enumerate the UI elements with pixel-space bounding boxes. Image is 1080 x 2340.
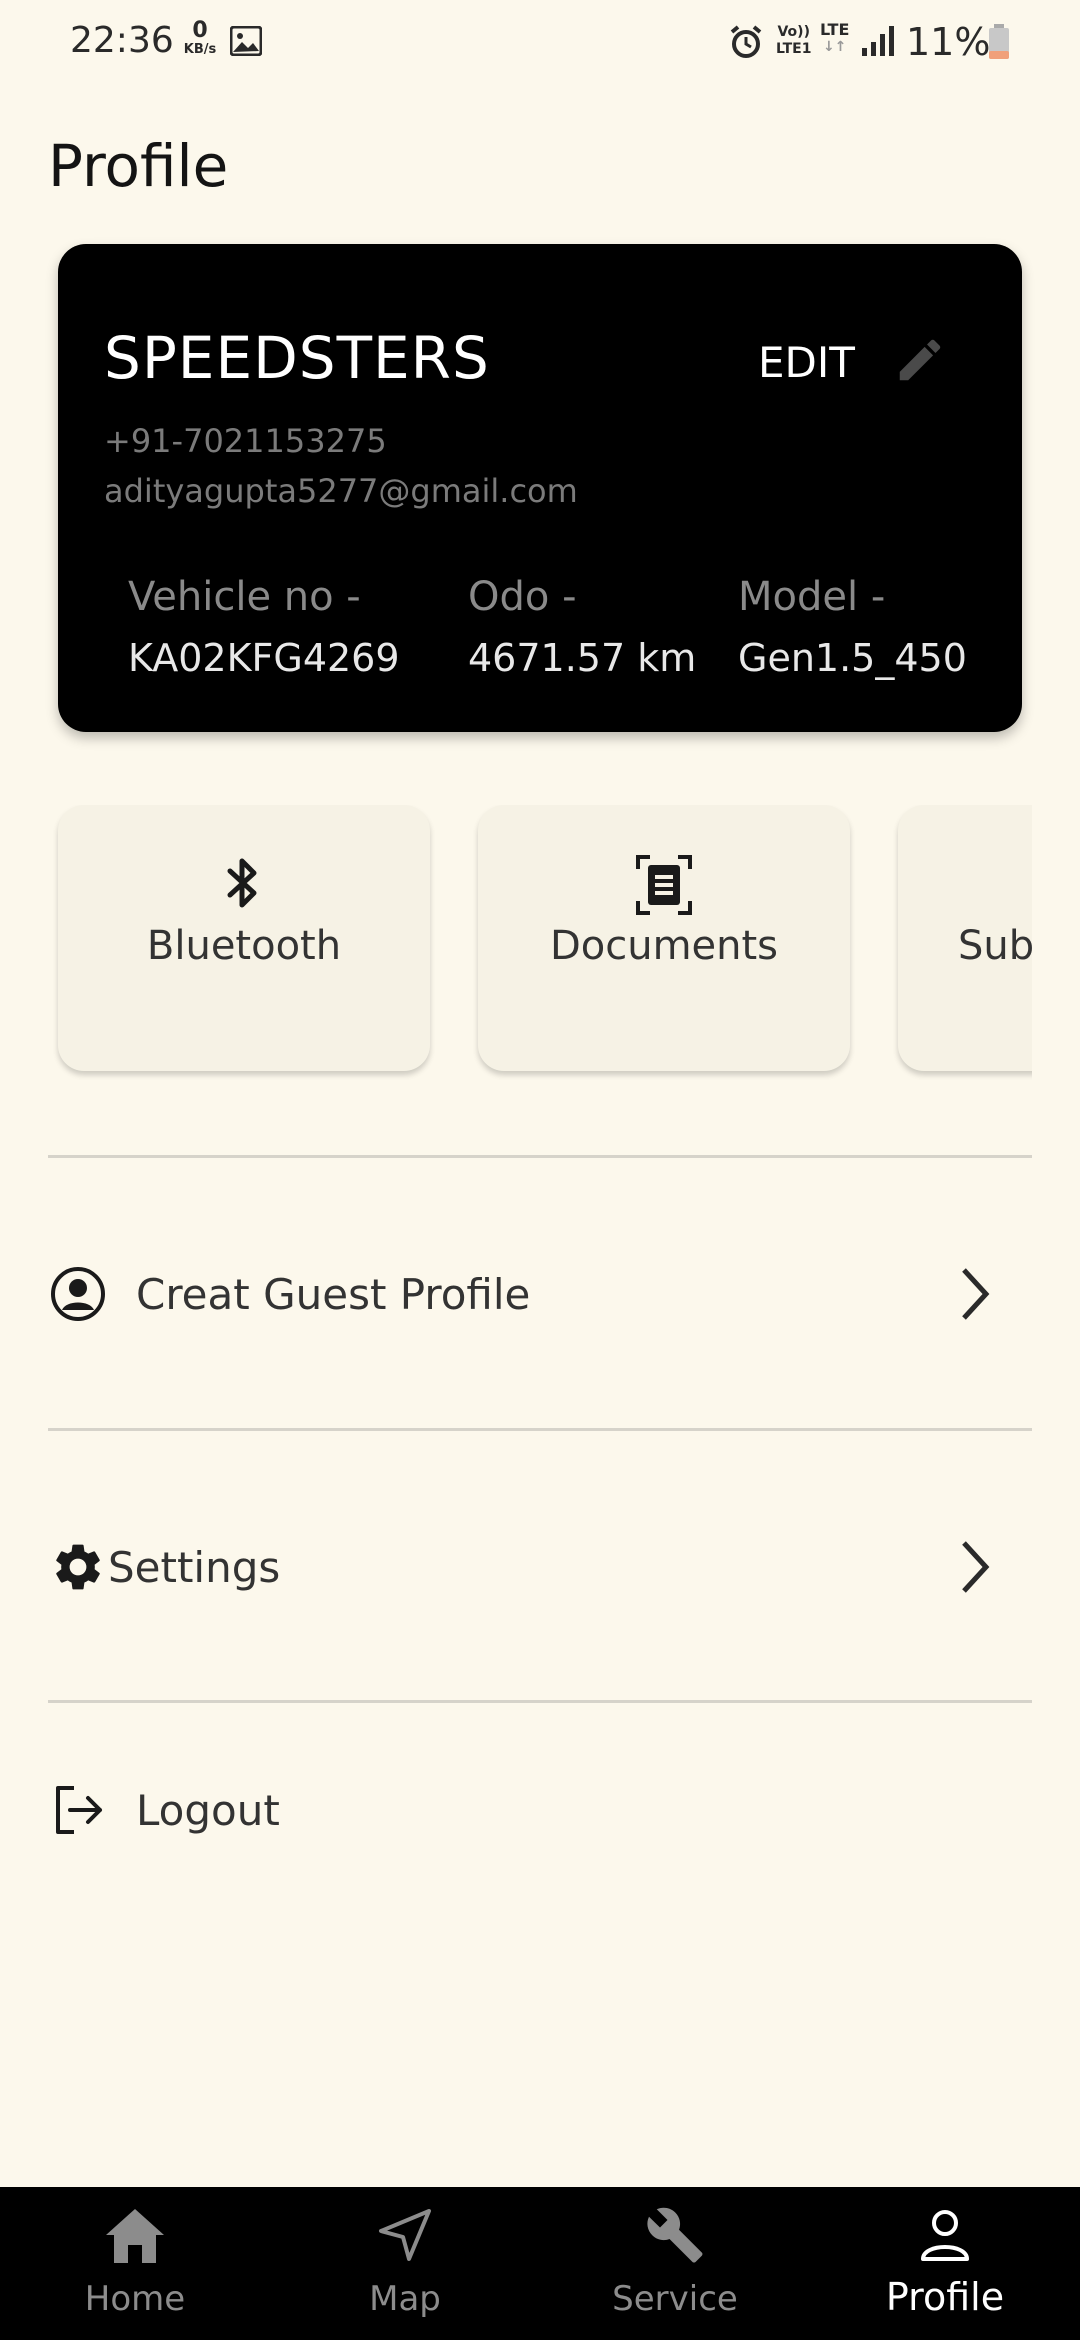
signal-icon (860, 24, 896, 62)
model-label: Model - (738, 574, 886, 620)
settings-label: Settings (108, 1542, 281, 1592)
nav-profile[interactable]: Profile (810, 2187, 1080, 2340)
edit-label: EDIT (758, 337, 855, 387)
chevron-right-icon (956, 1537, 992, 1601)
settings-row[interactable]: Settings (48, 1517, 1032, 1617)
network-speed-unit: KB/s (183, 42, 217, 57)
bluetooth-icon (58, 855, 430, 915)
edit-profile-button[interactable]: EDIT (758, 322, 947, 402)
documents-tile[interactable]: Documents (478, 805, 850, 1071)
create-guest-profile-label: Creat Guest Profile (136, 1269, 531, 1319)
gear-icon (48, 1537, 108, 1597)
nav-service-label: Service (612, 2279, 738, 2319)
nav-map[interactable]: Map (270, 2187, 540, 2340)
vehicle-number-value: KA02KFG4269 (128, 636, 400, 680)
chevron-right-icon (956, 1264, 992, 1328)
nav-service[interactable]: Service (540, 2187, 810, 2340)
battery-percent: 11% (906, 20, 991, 64)
network-speed-value: 0 (192, 18, 208, 43)
bottom-navigation: Home Map Service Profile (0, 2187, 1080, 2340)
logout-icon (48, 1780, 108, 1840)
home-icon (0, 2205, 270, 2265)
profile-phone: +91-7021153275 (104, 422, 387, 460)
wrench-icon (540, 2205, 810, 2265)
alarm-icon (728, 24, 764, 64)
lte-label: LTE (820, 20, 850, 39)
logout-row[interactable]: Logout (48, 1760, 1032, 1860)
status-bar: 22:36 0 KB/s Vo)) LTE1 LTE ↓↑ 11% (0, 0, 1080, 84)
documents-label: Documents (549, 923, 779, 969)
volte-bottom: LTE1 (776, 41, 812, 57)
lte-indicator: LTE ↓↑ (820, 20, 850, 56)
nav-home[interactable]: Home (0, 2187, 270, 2340)
model-stat: Model - Gen1.5_450 (738, 574, 967, 680)
status-time: 22:36 (70, 20, 174, 61)
create-guest-profile-row[interactable]: Creat Guest Profile (48, 1244, 1032, 1344)
profile-screen: 22:36 0 KB/s Vo)) LTE1 LTE ↓↑ 11% Profil… (0, 0, 1080, 2340)
pencil-icon (893, 333, 947, 391)
image-notification-icon (229, 25, 263, 60)
model-value: Gen1.5_450 (738, 636, 967, 680)
nav-profile-label: Profile (885, 2275, 1005, 2319)
nav-map-label: Map (369, 2279, 441, 2319)
divider (48, 1155, 1032, 1158)
navigation-arrow-icon (270, 2205, 540, 2265)
odometer-stat: Odo - 4671.57 km (468, 574, 696, 680)
profile-email: adityagupta5277@gmail.com (104, 472, 578, 510)
page-title: Profile (48, 132, 229, 200)
logout-label: Logout (136, 1785, 280, 1835)
volte-indicator: Vo)) LTE1 (776, 24, 811, 58)
profile-card: SPEEDSTERS EDIT +91-7021153275 adityagup… (58, 244, 1022, 732)
volte-top: Vo)) (777, 24, 810, 40)
vehicle-number-stat: Vehicle no - KA02KFG4269 (128, 574, 400, 680)
odometer-value: 4671.57 km (468, 636, 697, 680)
battery-icon (988, 24, 1010, 64)
bluetooth-tile[interactable]: Bluetooth (58, 805, 430, 1071)
vehicle-number-label: Vehicle no - (128, 574, 361, 620)
account-circle-icon (48, 1264, 108, 1324)
subscription-tile[interactable]: Sub... (898, 805, 1032, 1071)
nav-home-label: Home (84, 2279, 186, 2319)
profile-name: SPEEDSTERS (104, 324, 490, 392)
network-speed: 0 KB/s (180, 20, 220, 58)
odometer-label: Odo - (468, 574, 577, 620)
subscription-label: Sub... (958, 923, 1032, 969)
divider (48, 1428, 1032, 1431)
document-scan-icon (478, 855, 850, 919)
person-icon (810, 2205, 1080, 2265)
data-arrows-icon: ↓↑ (822, 39, 847, 55)
quick-actions-carousel[interactable]: Bluetooth Documents Sub... (0, 805, 1032, 1085)
bluetooth-label: Bluetooth (146, 923, 342, 969)
divider (48, 1700, 1032, 1703)
